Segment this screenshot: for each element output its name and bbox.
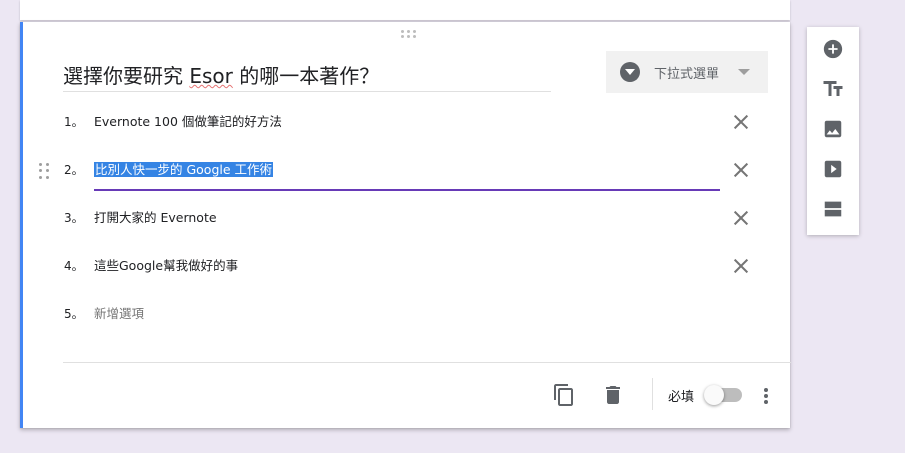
question-card[interactable]: 選擇你要研究 Esor 的哪一本著作？ 下拉式選單 1。 Evernote 10… [20, 22, 791, 428]
option-row-2[interactable]: 2。 比別人快一步的 Google 工作術 [39, 150, 751, 191]
option-number: 4。 [64, 259, 84, 273]
trash-icon[interactable] [601, 383, 625, 407]
question-type-dropdown[interactable]: 下拉式選單 [606, 51, 768, 93]
option-row-1[interactable]: 1。 Evernote 100 個做筆記的好方法 [61, 102, 751, 142]
close-icon[interactable] [733, 210, 749, 226]
required-toggle[interactable] [704, 385, 742, 405]
close-icon[interactable] [733, 114, 749, 130]
option-text-input[interactable]: Evernote 100 個做筆記的好方法 [94, 102, 282, 142]
image-icon[interactable] [821, 117, 845, 141]
add-option-row[interactable]: 5。 新增選項 [61, 294, 751, 334]
more-vert-icon[interactable] [760, 386, 772, 406]
footer-separator [652, 378, 653, 410]
focus-underline [94, 189, 720, 191]
toggle-thumb [704, 385, 724, 405]
copy-icon[interactable] [552, 383, 576, 407]
option-number: 5。 [64, 307, 84, 321]
question-type-label: 下拉式選單 [654, 66, 720, 82]
title-text-after: 的哪一本著作？ [232, 64, 380, 88]
close-icon[interactable] [733, 258, 749, 274]
title-text-icon[interactable] [821, 77, 845, 101]
option-number: 3。 [64, 211, 84, 225]
option-row-3[interactable]: 3。 打開大家的 Evernote [61, 198, 751, 238]
required-label: 必填 [668, 390, 695, 405]
title-text-before: 選擇你要研究 [63, 64, 190, 88]
selected-text: 比別人快一步的 Google 工作術 [94, 162, 274, 177]
option-number: 2。 [64, 163, 84, 177]
option-text-input[interactable]: 比別人快一步的 Google 工作術 [94, 150, 274, 190]
title-misspelled-word: Esor [189, 64, 233, 88]
close-icon[interactable] [733, 162, 749, 178]
side-toolbar [807, 27, 859, 235]
option-text-input[interactable]: 這些Google幫我做好的事 [94, 246, 238, 286]
add-circle-icon[interactable] [821, 37, 845, 61]
drag-handle-icon[interactable] [401, 30, 416, 38]
option-text-input[interactable]: 打開大家的 Evernote [94, 198, 217, 238]
option-row-4[interactable]: 4。 這些Google幫我做好的事 [61, 246, 751, 286]
option-number: 1。 [64, 115, 84, 129]
question-title-input[interactable]: 選擇你要研究 Esor 的哪一本著作？ [63, 62, 551, 92]
section-icon[interactable] [821, 197, 845, 221]
video-icon[interactable] [821, 157, 845, 181]
footer-divider [63, 362, 791, 363]
previous-question-card [20, 0, 790, 20]
add-option-input[interactable]: 新增選項 [94, 294, 144, 334]
chevron-down-icon [738, 69, 750, 75]
drag-handle-icon[interactable] [39, 163, 49, 179]
dropdown-circle-icon [620, 62, 640, 82]
